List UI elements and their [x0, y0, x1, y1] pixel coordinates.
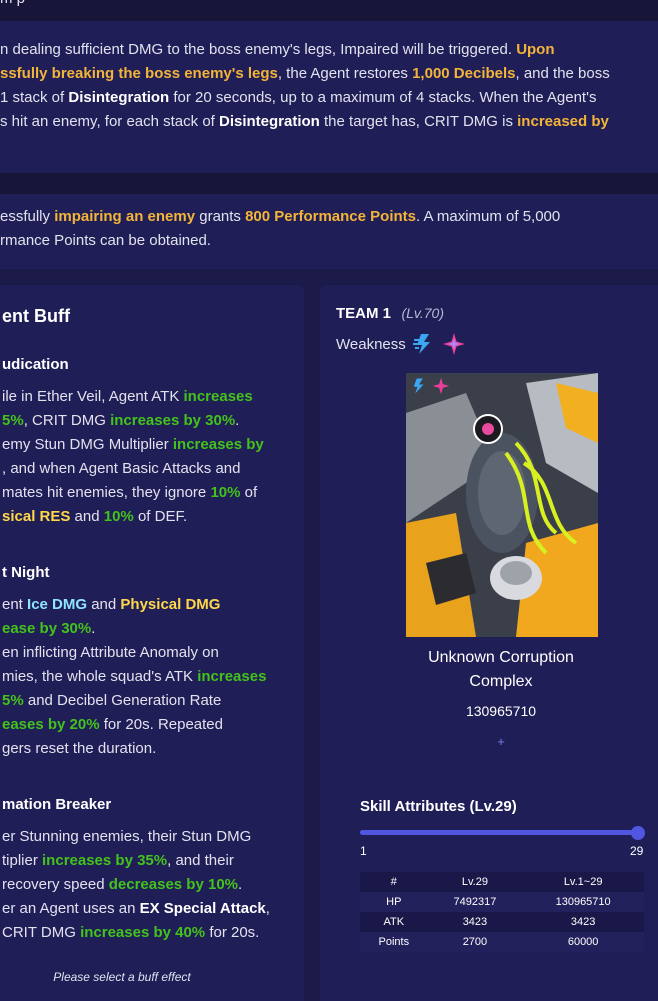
slider-thumb[interactable] [631, 826, 645, 840]
table-header: # [390, 876, 397, 888]
performance-line-2: rmance Points can be obtained. [0, 232, 211, 249]
mechanic-line-1: n dealing sufficient DMG to the boss ene… [0, 41, 555, 58]
table-cell: 7492317 [453, 896, 497, 908]
buff-name: t Night [2, 564, 50, 581]
buff-line: ile in Ether Veil, Agent ATK increases [2, 388, 253, 405]
table-header: Lv.29 [461, 876, 488, 888]
buff-line: 5% and Decibel Generation Rate [2, 692, 222, 709]
table-cell: 3423 [462, 916, 488, 928]
table-cell: 3423 [570, 916, 596, 928]
buff-line: eases by 20% for 20s. Repeated [2, 716, 223, 733]
slider-fill [360, 830, 638, 835]
table-cell: 2700 [462, 936, 488, 948]
table-row: Points 2700 60000 [360, 932, 644, 952]
buff-line: ent Ice DMG and Physical DMG [2, 596, 221, 613]
table-cell: ATK [383, 916, 405, 928]
buff-line: ease by 30%. [2, 620, 96, 637]
electric-icon [412, 334, 430, 354]
buff-line: emy Stun DMG Multiplier increases by [2, 436, 264, 453]
skill-attributes-table: # Lv.29 Lv.1~29 HP 7492317 130965710 ATK… [360, 872, 644, 952]
boss-portrait [406, 373, 598, 637]
buff-line: recovery speed decreases by 10%. [2, 876, 243, 893]
team-label: TEAM 1 [336, 305, 392, 322]
agent-buff-title: ent Buff [2, 306, 70, 326]
table-row: ATK 3423 3423 [360, 912, 644, 932]
level-slider[interactable] [360, 826, 645, 840]
buff-line: CRIT DMG increases by 40% for 20s. [2, 924, 260, 941]
portrait-ether-icon [432, 377, 450, 395]
performance-line-1: essfully impairing an enemy grants 800 P… [0, 208, 561, 225]
boss-name: Unknown Corruption Complex [428, 649, 574, 690]
buff-line: sical RES and 10% of DEF. [2, 508, 188, 525]
team-header: TEAM 1 (Lv.70) [336, 305, 444, 323]
weakness-label: Weakness [336, 335, 406, 353]
table-header-row: # Lv.29 Lv.1~29 [360, 872, 644, 892]
portrait-electric-icon [413, 378, 424, 394]
separator-band [0, 173, 658, 194]
ether-icon [442, 333, 465, 355]
boss-mechanic-panel: n dealing sufficient DMG to the boss ene… [0, 21, 658, 173]
slider-max-label: 29 [630, 844, 644, 858]
table-row: HP 7492317 130965710 [360, 892, 644, 912]
buff-name: mation Breaker [2, 796, 112, 813]
buff-line: tiplier increases by 35%, and their [2, 852, 234, 869]
weakness-row: Weakness [336, 332, 466, 356]
slider-min-label: 1 [360, 844, 367, 858]
table-cell: 130965710 [555, 896, 611, 908]
buff-line: er an Agent uses an EX Special Attack, [2, 900, 270, 917]
buff-name: udication [2, 356, 69, 373]
buff-line: mies, the whole squad's ATK increases [2, 668, 267, 685]
buff-line: er Stunning enemies, their Stun DMG [2, 828, 252, 845]
mechanic-line-2: ssfully breaking the boss enemy's legs, … [0, 65, 610, 82]
boss-hp: 130965710 [465, 703, 537, 719]
performance-panel: essfully impairing an enemy grants 800 P… [0, 194, 658, 269]
table-cell: HP [386, 896, 402, 908]
buff-line: 5%, CRIT DMG increases by 30%. [2, 412, 240, 429]
top-fragment: m p [0, 0, 25, 7]
expand-button[interactable]: + [491, 734, 511, 749]
table-header: Lv.1~29 [563, 876, 603, 888]
skill-attributes-title: Skill Attributes (Lv.29) [360, 798, 517, 815]
team-level: (Lv.70) [401, 305, 445, 321]
table-cell: Points [378, 936, 410, 948]
buff-line: , and when Agent Basic Attacks and [2, 460, 241, 477]
mechanic-line-3: 1 stack of Disintegration for 20 seconds… [0, 89, 597, 106]
mechanic-line-4: s hit an enemy, for each stack of Disint… [0, 113, 609, 130]
buff-select-hint: Please select a buff effect [53, 970, 191, 984]
top-band: m p [0, 0, 658, 21]
buff-line: mates hit enemies, they ignore 10% of [2, 484, 258, 501]
agent-buff-panel: ent Buff udication ile in Ether Veil, Ag… [0, 285, 304, 1001]
buff-line: gers reset the duration. [2, 740, 157, 757]
buff-line: en inflicting Attribute Anomaly on [2, 644, 219, 661]
table-cell: 60000 [567, 936, 599, 948]
